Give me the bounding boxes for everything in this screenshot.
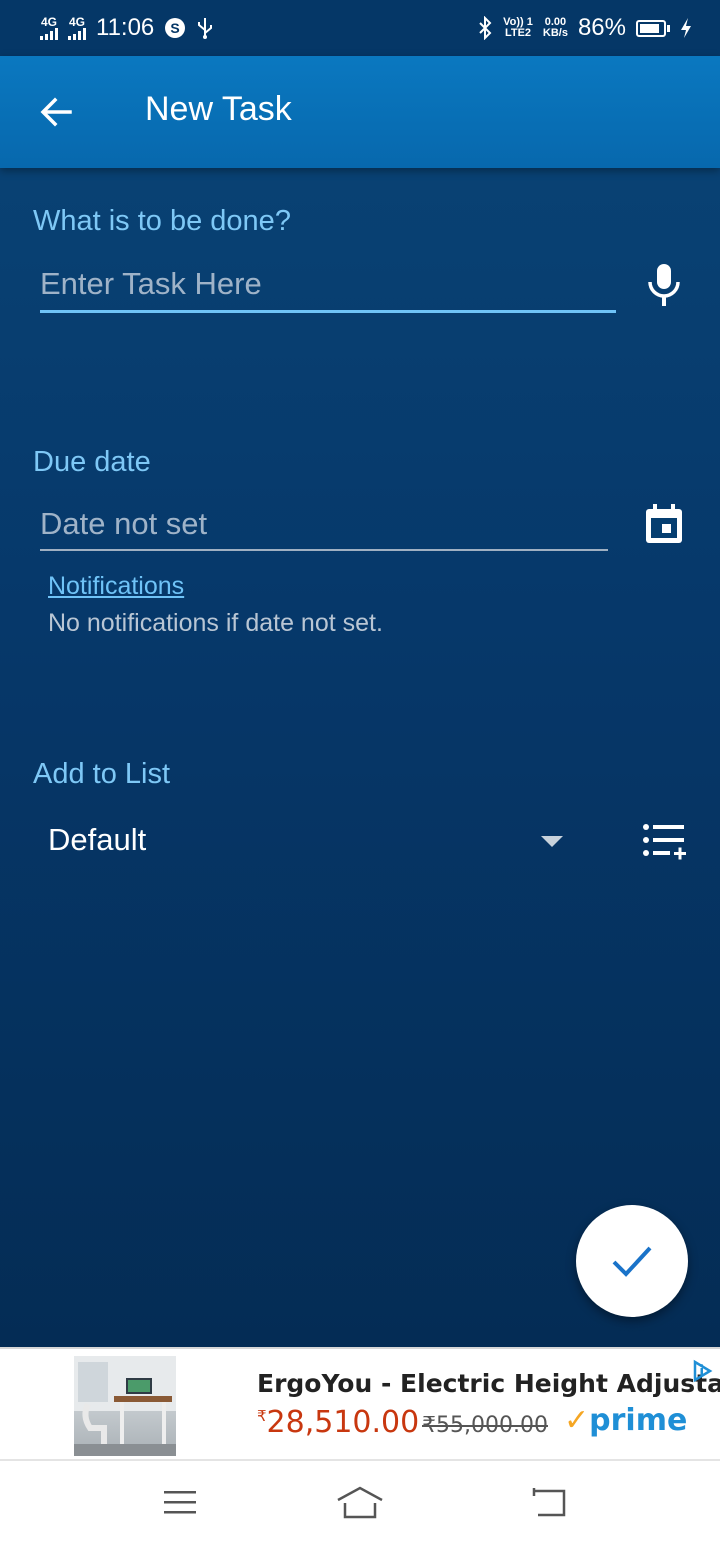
calendar-icon[interactable]	[642, 502, 686, 546]
back-nav-icon[interactable]	[524, 1483, 574, 1523]
svg-text:S: S	[171, 20, 180, 36]
battery-fill	[640, 23, 659, 33]
add-list-icon[interactable]	[640, 822, 690, 864]
task-input-placeholder: Enter Task Here	[40, 266, 262, 301]
status-bar-right: Vo)) 1 LTE2 0.00 KB/s 86%	[477, 14, 692, 42]
task-label: What is to be done?	[33, 205, 291, 237]
ad-currency: ₹	[257, 1407, 267, 1425]
ad-product-image[interactable]	[74, 1356, 176, 1456]
task-input-underline	[40, 310, 616, 313]
microphone-icon[interactable]	[644, 262, 684, 308]
system-nav-bar	[0, 1461, 720, 1544]
due-date-value: Date not set	[40, 506, 208, 541]
usb-icon	[198, 18, 213, 39]
ad-banner[interactable]: ErgoYou - Electric Height Adjusta... ₹28…	[0, 1347, 720, 1461]
battery-percent: 86%	[577, 14, 626, 41]
notifications-link[interactable]: Notifications	[48, 572, 184, 601]
network-speed: 0.00 KB/s	[543, 17, 568, 39]
ad-price-value: 28,510.00	[266, 1405, 420, 1440]
status-bar: 4G 4G 11:06 S Vo)) 1 LTE2 0.00 KB/s 86%	[0, 0, 720, 56]
signal-icon-sim1: 4G	[40, 16, 58, 40]
speed-unit: KB/s	[542, 27, 568, 39]
new-task-screen: 4G 4G 11:06 S Vo)) 1 LTE2 0.00 KB/s 86% …	[0, 0, 720, 1544]
ad-price: ₹28,510.00	[257, 1405, 419, 1440]
clock: 11:06	[96, 14, 155, 41]
task-input[interactable]: Enter Task Here	[40, 266, 616, 314]
page-title: New Task	[145, 90, 292, 128]
ad-old-price: ₹55,000.00	[422, 1413, 548, 1438]
back-arrow-icon[interactable]	[36, 92, 76, 132]
adchoices-icon[interactable]	[690, 1359, 714, 1383]
lte-label: LTE2	[504, 27, 532, 39]
ad-title[interactable]: ErgoYou - Electric Height Adjusta...	[257, 1369, 720, 1398]
status-bar-left: 4G 4G 11:06 S	[40, 14, 214, 42]
add-to-list-label: Add to List	[33, 758, 171, 790]
signal-icon-sim2: 4G	[68, 16, 86, 40]
prime-check-icon: ✓	[564, 1403, 590, 1438]
due-date-field[interactable]: Date not set	[40, 506, 608, 550]
volte-indicator: Vo)) 1 LTE2	[503, 17, 533, 39]
menu-icon[interactable]	[155, 1483, 205, 1523]
bluetooth-icon	[479, 16, 492, 40]
battery-icon	[636, 19, 670, 37]
save-task-button[interactable]	[576, 1205, 688, 1317]
home-icon[interactable]	[335, 1483, 385, 1523]
charging-icon	[681, 18, 691, 38]
prime-badge: ✓prime	[564, 1403, 687, 1438]
app-bar: New Task	[0, 56, 720, 168]
dropdown-arrow-icon[interactable]	[541, 836, 563, 847]
checkmark-icon	[612, 1246, 652, 1277]
due-date-label: Due date	[33, 446, 151, 478]
prime-label: prime	[589, 1403, 688, 1438]
list-dropdown[interactable]: Default	[48, 822, 146, 858]
network-type-label: 4G	[40, 15, 57, 29]
notifications-description: No notifications if date not set.	[48, 609, 383, 637]
network-type-label: 4G	[68, 15, 85, 29]
skype-icon: S	[165, 18, 186, 38]
standing-desk-illustration	[74, 1356, 176, 1456]
due-date-underline	[40, 549, 608, 551]
